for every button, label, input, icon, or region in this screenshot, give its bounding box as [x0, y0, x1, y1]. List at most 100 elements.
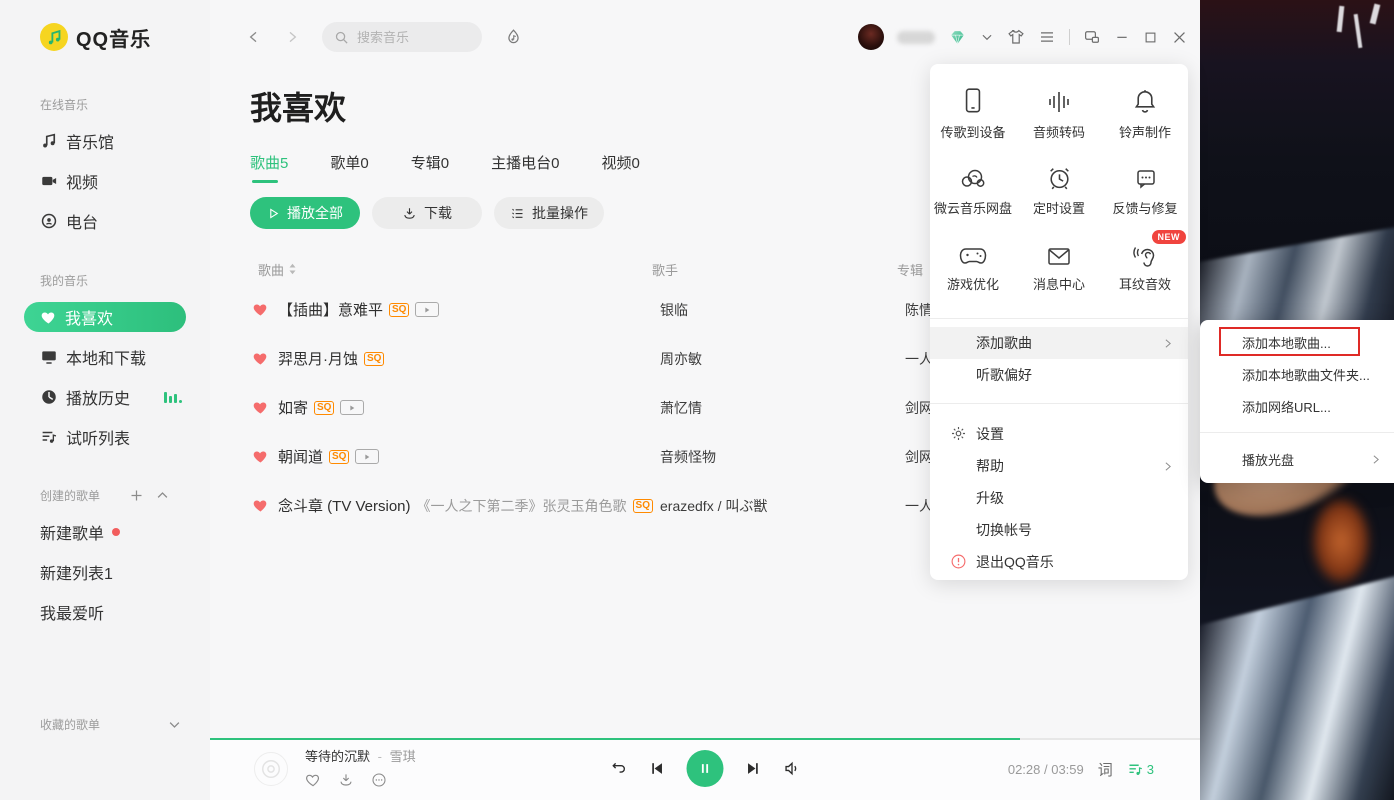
search-box[interactable] — [322, 22, 482, 52]
sidebar-item-music-hall[interactable]: 音乐馆 — [0, 121, 210, 161]
menu-item-switch-account[interactable]: 切换帐号 — [930, 514, 1188, 546]
song-artist[interactable]: 银临 — [660, 300, 905, 320]
close-icon[interactable] — [1171, 29, 1188, 46]
main-menu-panel: 传歌到设备 音频转码 铃声制作 微云音乐网盘 定时设置 反馈与修复 — [930, 64, 1188, 580]
lyrics-toggle[interactable]: 词 — [1098, 759, 1113, 780]
menu-item-help[interactable]: 帮助 — [930, 450, 1188, 482]
more-options-icon[interactable] — [371, 772, 387, 788]
favorite-heart-icon[interactable] — [252, 448, 269, 465]
song-title[interactable]: 【插曲】意难平 — [278, 299, 383, 320]
mv-badge[interactable] — [340, 400, 364, 415]
tab-count: 0 — [360, 155, 368, 172]
batch-operation-button[interactable]: 批量操作 — [494, 197, 604, 229]
favorite-heart-icon[interactable] — [252, 399, 269, 416]
menu-grid-audio-transcode[interactable]: 音频转码 — [1016, 82, 1102, 158]
submenu-arrow-icon — [1369, 453, 1382, 466]
tab-playlists[interactable]: 歌单0 — [330, 152, 368, 183]
sidebar-item-radio[interactable]: 电台 — [0, 201, 210, 241]
menu-item-add-songs[interactable]: 添加歌曲 — [930, 327, 1188, 359]
menu-grid-timer-settings[interactable]: 定时设置 — [1016, 158, 1102, 234]
menu-grid-weiyun-cloud[interactable]: 微云音乐网盘 — [930, 158, 1016, 234]
user-avatar[interactable] — [858, 24, 884, 50]
sidebar-item-my-favorites[interactable]: 我喜欢 — [0, 297, 210, 337]
previous-track-icon[interactable] — [649, 760, 666, 777]
current-song-artist[interactable]: 雪琪 — [390, 749, 416, 764]
back-icon[interactable] — [246, 29, 262, 45]
playlist-item-new-playlist[interactable]: 新建歌单 — [0, 512, 210, 552]
chevron-down-icon[interactable] — [167, 717, 182, 732]
playlist-item-my-favorite-listen[interactable]: 我最爱听 — [0, 592, 210, 632]
submenu-item-add-local-songs[interactable]: 添加本地歌曲... — [1200, 326, 1394, 358]
menu-grid-feedback-repair[interactable]: 反馈与修复 — [1102, 158, 1188, 234]
playlist-label: 新建歌单 — [40, 520, 104, 544]
submenu-item-add-network-url[interactable]: 添加网络URL... — [1200, 390, 1394, 422]
tab-podcasts[interactable]: 主播电台0 — [491, 152, 559, 183]
mini-player-icon[interactable] — [1083, 28, 1101, 46]
search-input[interactable] — [355, 29, 465, 46]
menu-item-settings[interactable]: 设置 — [930, 418, 1188, 450]
tab-videos[interactable]: 视频0 — [601, 152, 639, 183]
menu-grid-message-center[interactable]: 消息中心 — [1016, 234, 1102, 310]
forward-icon[interactable] — [284, 29, 300, 45]
menu-item-listening-preference[interactable]: 听歌偏好 — [930, 359, 1188, 391]
song-artist[interactable]: erazedfx / 叫ぶ獣 — [660, 496, 905, 516]
sidebar: QQ音乐 在线音乐 音乐馆 视频 电台 我的音乐 我喜欢 — [0, 0, 210, 800]
song-title[interactable]: 羿思月·月蚀 — [278, 348, 358, 369]
sidebar-item-listen-list[interactable]: 试听列表 — [0, 417, 210, 457]
chevron-down-icon[interactable] — [980, 30, 994, 44]
song-title[interactable]: 朝闻道 — [278, 446, 323, 467]
sidebar-item-play-history[interactable]: 播放历史 — [0, 377, 210, 417]
collapse-icon[interactable] — [155, 488, 170, 503]
sidebar-item-video[interactable]: 视频 — [0, 161, 210, 201]
menu-grid-ear-print-effect[interactable]: NEW 耳纹音效 — [1102, 234, 1188, 310]
song-artist[interactable]: 周亦敏 — [660, 349, 905, 369]
next-track-icon[interactable] — [745, 760, 762, 777]
play-queue-button[interactable]: 3 — [1127, 761, 1154, 778]
titlebar-separator — [1069, 29, 1070, 45]
volume-icon[interactable] — [783, 759, 802, 778]
new-badge: NEW — [1152, 230, 1187, 244]
section-collected-playlists[interactable]: 收藏的歌单 — [40, 716, 182, 733]
repeat-mode-icon[interactable] — [609, 759, 628, 778]
theme-shirt-icon[interactable] — [1007, 28, 1025, 46]
menu-item-quit[interactable]: 退出QQ音乐 — [930, 546, 1188, 578]
username-blurred — [897, 31, 935, 44]
minimize-icon[interactable] — [1114, 29, 1130, 45]
tab-albums[interactable]: 专辑0 — [411, 152, 449, 183]
heart-icon — [40, 309, 57, 326]
maximize-icon[interactable] — [1143, 30, 1158, 45]
menu-item-upgrade[interactable]: 升级 — [930, 482, 1188, 514]
bell-icon — [1132, 82, 1158, 116]
favorite-heart-icon[interactable] — [252, 350, 269, 367]
menu-grid-game-optimization[interactable]: 游戏优化 — [930, 234, 1016, 310]
song-title[interactable]: 念斗章 (TV Version) — [278, 495, 411, 516]
album-disc-icon[interactable] — [254, 752, 288, 786]
favorite-heart-icon[interactable] — [252, 497, 269, 514]
current-song-title[interactable]: 等待的沉默 — [305, 749, 370, 764]
playlist-item-new-list-1[interactable]: 新建列表1 — [0, 552, 210, 592]
sidebar-item-label: 视频 — [66, 169, 98, 193]
menu-grid-ringtone-maker[interactable]: 铃声制作 — [1102, 82, 1188, 158]
submenu-item-play-disc[interactable]: 播放光盘 — [1200, 443, 1394, 475]
vip-diamond-icon[interactable] — [948, 28, 967, 47]
download-button[interactable]: 下载 — [372, 197, 482, 229]
song-title[interactable]: 如寄 — [278, 397, 308, 418]
download-song-icon[interactable] — [338, 772, 354, 788]
song-artist[interactable]: 音频怪物 — [660, 447, 905, 467]
play-all-button[interactable]: 播放全部 — [250, 197, 360, 229]
pause-button[interactable] — [687, 750, 724, 787]
like-heart-icon[interactable] — [305, 772, 321, 788]
favorite-heart-icon[interactable] — [252, 301, 269, 318]
music-recognition-icon[interactable] — [504, 28, 523, 47]
song-artist[interactable]: 萧忆情 — [660, 398, 905, 418]
sort-icon[interactable] — [288, 263, 297, 275]
menu-grid-transfer-to-device[interactable]: 传歌到设备 — [930, 82, 1016, 158]
sidebar-item-local-downloads[interactable]: 本地和下载 — [0, 337, 210, 377]
submenu-item-add-local-folder[interactable]: 添加本地歌曲文件夹... — [1200, 358, 1394, 390]
tab-songs[interactable]: 歌曲5 — [250, 152, 288, 183]
gear-icon — [950, 425, 967, 442]
mv-badge[interactable] — [355, 449, 379, 464]
add-playlist-icon[interactable] — [129, 488, 144, 503]
main-menu-icon[interactable] — [1038, 28, 1056, 46]
mv-badge[interactable] — [415, 302, 439, 317]
